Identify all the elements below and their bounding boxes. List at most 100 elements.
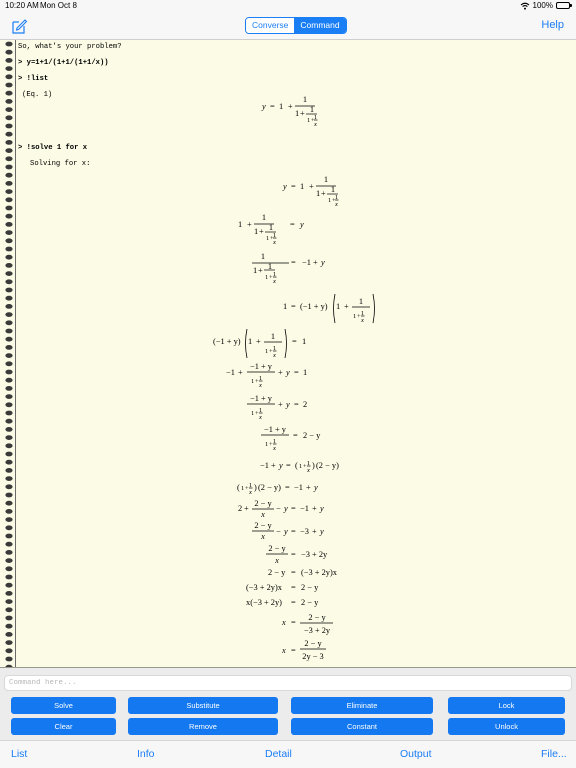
math-token: +: [278, 368, 283, 377]
remove-button[interactable]: Remove: [128, 718, 278, 735]
math-token: =: [291, 258, 296, 267]
math-token: −1: [226, 368, 235, 377]
tab-info[interactable]: Info: [137, 748, 155, 760]
math-token: +: [244, 504, 249, 513]
math-token: =: [286, 461, 291, 470]
math-token: (: [237, 483, 240, 492]
math-token: 2 − y: [254, 521, 272, 530]
right-paren: [372, 293, 375, 324]
command-input[interactable]: [4, 675, 572, 691]
math-token: +: [288, 102, 293, 111]
status-date: Mon Oct 8: [40, 1, 77, 10]
math-token: 1: [328, 197, 331, 204]
math-token: y: [319, 527, 324, 536]
math-token: 1: [359, 297, 363, 306]
math-token: 1: [353, 313, 356, 320]
math-token: 2: [303, 400, 307, 409]
math-token: x: [272, 352, 276, 359]
math-token: 1: [253, 266, 257, 275]
math-token: 1: [295, 109, 299, 118]
math-token: x: [260, 510, 265, 519]
substitute-button[interactable]: Substitute: [128, 697, 278, 714]
eliminate-button[interactable]: Eliminate: [291, 697, 433, 714]
battery-icon: [556, 2, 572, 9]
clear-button[interactable]: Clear: [11, 718, 116, 735]
math-token: +: [312, 504, 317, 513]
math-token: 2y − 3: [302, 652, 323, 661]
math-token: =: [291, 182, 296, 191]
math-token: x: [334, 201, 338, 208]
wifi-icon: [520, 2, 529, 10]
math-token: x: [274, 556, 279, 565]
math-token: =: [291, 568, 296, 577]
command-area: Solve Substitute Eliminate Lock Clear Re…: [0, 668, 576, 740]
math-token: 1: [271, 332, 275, 341]
math-token: 1: [336, 302, 340, 311]
math-token: 1: [310, 105, 314, 114]
math-token: x: [306, 467, 310, 474]
math-token: +: [259, 227, 264, 236]
tab-file[interactable]: File...: [541, 748, 567, 760]
constant-button[interactable]: Constant: [291, 718, 433, 735]
math-token: 1: [241, 485, 244, 492]
math-token: 1: [254, 227, 258, 236]
math-token: −1: [302, 258, 311, 267]
math-token: (: [295, 461, 298, 470]
math-token: −1: [300, 504, 309, 513]
math-token: 2: [238, 504, 242, 513]
unlock-button[interactable]: Unlock: [448, 718, 565, 735]
math-token: +: [278, 400, 283, 409]
battery-percent: 100%: [532, 1, 553, 10]
math-token: 1: [265, 274, 268, 281]
tab-bar: List Info Detail Output File...: [0, 740, 576, 768]
math-token: 1: [283, 302, 287, 311]
math-token: −: [276, 504, 281, 513]
math-token: 2 − y: [301, 583, 319, 592]
math-token: =: [291, 504, 296, 513]
solve-button[interactable]: Solve: [11, 697, 116, 714]
math-token: y: [283, 504, 288, 513]
math-output: y = 1 +11 +11 +1xy = 1 +11 +11 +1x1 +11 +11 +1x= y11 +1…: [213, 95, 375, 661]
math-token: 2 − y: [303, 431, 321, 440]
math-token: +: [258, 266, 263, 275]
math-token: −1 + y: [264, 425, 287, 434]
math-token: 1: [248, 337, 252, 346]
math-token: 2 − y: [254, 499, 272, 508]
math-token: 1: [316, 189, 320, 198]
tab-detail[interactable]: Detail: [265, 748, 292, 760]
math-token: =: [291, 527, 296, 536]
math-token: =: [292, 337, 297, 346]
math-token: x: [260, 532, 265, 541]
math-token: x: [258, 382, 262, 389]
lock-button[interactable]: Lock: [448, 697, 565, 714]
math-token: 1: [299, 463, 302, 470]
math-token: (−1 + y): [300, 302, 328, 311]
notebook-transcript[interactable]: So, what's your problem? > y=1+1/(1+1/(1…: [0, 40, 576, 668]
math-token: −3 + 2y: [301, 550, 328, 559]
math-token: 2 − y: [304, 639, 322, 648]
math-token: x: [272, 239, 276, 246]
tab-output[interactable]: Output: [400, 748, 432, 760]
status-right: 100%: [520, 1, 572, 10]
math-token: 2 − y: [308, 613, 326, 622]
left-paren: [333, 293, 336, 324]
segment-command[interactable]: Command: [294, 18, 346, 33]
help-button[interactable]: Help: [541, 19, 564, 31]
math-token: 1: [265, 348, 268, 355]
math-token: y: [299, 220, 304, 229]
math-token: =: [291, 646, 296, 655]
math-token: x: [281, 646, 286, 655]
math-token: y: [319, 504, 324, 513]
tab-list[interactable]: List: [11, 748, 27, 760]
math-token: +: [238, 368, 243, 377]
math-token: =: [270, 102, 275, 111]
math-token: y: [283, 527, 288, 536]
math-token: (2 − y): [316, 461, 339, 470]
math-token: =: [293, 431, 298, 440]
math-token: +: [256, 337, 261, 346]
math-token: 1: [303, 368, 307, 377]
math-token: −3: [300, 527, 309, 536]
segment-converse[interactable]: Converse: [246, 18, 295, 33]
compose-icon[interactable]: [10, 17, 28, 35]
math-token: 1: [300, 182, 304, 191]
